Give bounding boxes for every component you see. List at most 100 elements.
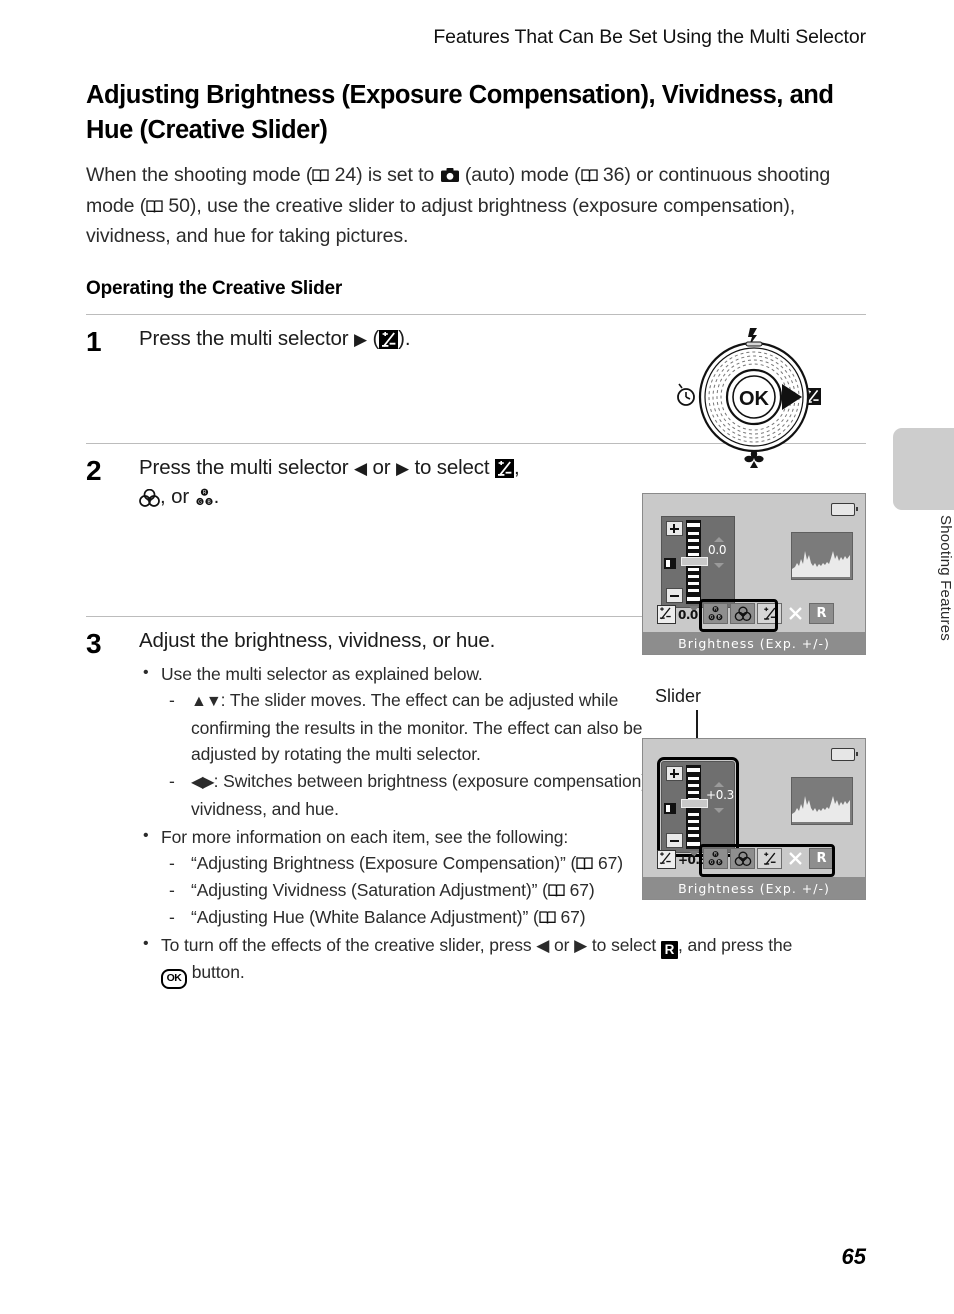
- slider-down-arrow-icon: [714, 808, 724, 813]
- intro-text-2: ) is set to: [356, 164, 435, 186]
- up-down-triangle-icon: ▲▼: [191, 692, 222, 710]
- book-ref-icon: [580, 169, 598, 183]
- slider-knob[interactable]: [681, 799, 708, 808]
- multi-selector-illustration: OK: [674, 322, 834, 472]
- bullet-3-text-3: , and press the: [677, 934, 793, 955]
- slider-callout-label: Slider: [655, 686, 702, 706]
- step-2-instruction: Press the multi selector ◀ or ▶ to selec…: [139, 453, 684, 511]
- slider-minus-button[interactable]: [666, 588, 683, 603]
- bullet-turn-off-effects: To turn off the effects of the creative …: [139, 931, 866, 989]
- intro-ref-3: 50: [168, 194, 190, 217]
- bullet-3-text-1: To turn off the effects of the creative …: [161, 934, 532, 955]
- step-1-number: 1: [86, 325, 102, 357]
- creative-slider-panel[interactable]: 0.0: [661, 516, 735, 608]
- dash-2-text: : Switches between brightness (exposure …: [191, 770, 652, 819]
- step-2-or-1: or: [372, 455, 391, 479]
- book-ref-icon: [146, 199, 163, 214]
- step-1-paren-close: ).: [398, 326, 411, 350]
- reset-r-icon[interactable]: R: [809, 603, 834, 624]
- section-subheading: Operating the Creative Slider: [86, 277, 343, 299]
- slider-position-marker: [664, 803, 676, 814]
- reference-title: “Adjusting Brightness (Exposure Compensa…: [191, 852, 577, 873]
- slider-value-step3: +0.3: [706, 788, 734, 802]
- right-triangle-icon: ▶: [354, 329, 367, 349]
- intro-ref-1: 24: [334, 164, 357, 186]
- left-triangle-icon: ◀: [354, 458, 367, 478]
- battery-icon: [831, 748, 858, 761]
- bullet-2-text: For more information on each item, see t…: [161, 826, 569, 847]
- reference-page: 67: [560, 906, 580, 927]
- exposure-indicator-step2: 0.0: [657, 605, 698, 624]
- reference-page: 67: [598, 852, 618, 873]
- side-tab-label: Shooting Features: [937, 515, 954, 641]
- book-ref-icon: [576, 856, 593, 871]
- slider-value-step2: 0.0: [708, 543, 727, 557]
- vividness-icon: [139, 486, 160, 507]
- reference-page: 67: [569, 879, 589, 900]
- monitor-step2: 0.0 0.0 RGB R Brightness (Exp. +/-): [642, 493, 866, 655]
- bullet-3-or: or: [554, 934, 570, 955]
- auto-mode-camera-icon: [440, 162, 460, 182]
- battery-icon: [831, 503, 858, 516]
- manual-page: Features That Can Be Set Using the Multi…: [0, 0, 954, 1314]
- step-2-period: .: [213, 484, 220, 508]
- step-2-comma: ,: [514, 455, 520, 479]
- book-ref-icon: [548, 883, 565, 898]
- exposure-compensation-icon: [657, 605, 676, 624]
- intro-text-5: ), use the creative slider to adjust bri…: [86, 194, 796, 248]
- step-2-text-1: Press the multi selector: [139, 455, 349, 479]
- reference-item: “Adjusting Hue (White Balance Adjustment…: [161, 904, 866, 930]
- creative-slider-icon-strip-step3[interactable]: RGB R: [699, 844, 836, 877]
- exposure-compensation-icon: [657, 850, 676, 869]
- hue-gb-icon: RGB: [195, 486, 214, 505]
- reference-title: “Adjusting Vividness (Saturation Adjustm…: [191, 879, 548, 900]
- step-3-number: 3: [86, 627, 102, 659]
- side-tab-marker: [893, 428, 954, 510]
- right-triangle-icon: ▶: [574, 935, 588, 955]
- slider-up-arrow-icon: [714, 537, 724, 542]
- intro-ref-2: 36: [602, 164, 625, 186]
- creative-slider-panel-selected[interactable]: +0.3: [657, 757, 739, 857]
- exposure-value-step2: 0.0: [678, 607, 698, 622]
- running-header: Features That Can Be Set Using the Multi…: [433, 26, 866, 48]
- dash-leftright: ◀▶: Switches between brightness (exposur…: [161, 768, 691, 822]
- close-x-icon[interactable]: [784, 604, 807, 623]
- creative-slider-icon-strip-step2[interactable]: RGB R: [699, 599, 836, 632]
- book-ref-icon: [312, 169, 329, 183]
- step-2-number: 2: [86, 454, 102, 486]
- slider-plus-button[interactable]: [666, 766, 683, 781]
- step-2-text-3: , or: [160, 484, 190, 508]
- selection-highlight-step3: [699, 844, 835, 877]
- step-1-paren-open: (: [372, 326, 380, 350]
- svg-text:G: G: [198, 499, 202, 505]
- book-ref-icon: [539, 910, 556, 925]
- monitor-step3: +0.3 +0.3 RGB R Brightness (Exp. +/-): [642, 738, 866, 900]
- exposure-compensation-icon: [495, 458, 514, 478]
- macro-flower-icon: [744, 449, 764, 468]
- intro-paragraph: When the shooting mode ( 24) is set to (…: [86, 160, 866, 252]
- slider-plus-button[interactable]: [666, 521, 683, 536]
- slider-minus-button[interactable]: [666, 833, 683, 848]
- monitor-caption-step3: Brightness (Exp. +/-): [643, 877, 865, 899]
- right-triangle-icon: ▶: [395, 458, 409, 478]
- step-2-text-2: to select: [414, 455, 490, 479]
- bullet-3-text-4: button.: [191, 961, 245, 982]
- slider-position-marker: [664, 558, 676, 569]
- intro-text-3: (auto) mode (: [464, 164, 581, 186]
- histogram-display: [791, 777, 853, 825]
- ok-button-icon: OK: [161, 968, 187, 989]
- bullet-1-text: Use the multi selector as explained belo…: [161, 663, 483, 684]
- reset-r-icon: R: [660, 940, 678, 959]
- histogram-display: [791, 532, 853, 580]
- selection-highlight-step2: [699, 599, 778, 632]
- slider-down-arrow-icon: [714, 563, 724, 568]
- page-title: Adjusting Brightness (Exposure Compensat…: [86, 81, 834, 144]
- svg-text:OK: OK: [739, 388, 770, 410]
- intro-text-1: When the shooting mode (: [86, 164, 313, 186]
- dash-updown: ▲▼: The slider moves. The effect can be …: [161, 687, 691, 767]
- dash-1-text: : The slider moves. The effect can be ad…: [191, 689, 643, 764]
- slider-up-arrow-icon: [714, 782, 724, 787]
- left-triangle-icon: ◀: [536, 935, 550, 955]
- left-right-triangle-icon: ◀▶: [191, 773, 215, 791]
- slider-knob[interactable]: [681, 557, 708, 566]
